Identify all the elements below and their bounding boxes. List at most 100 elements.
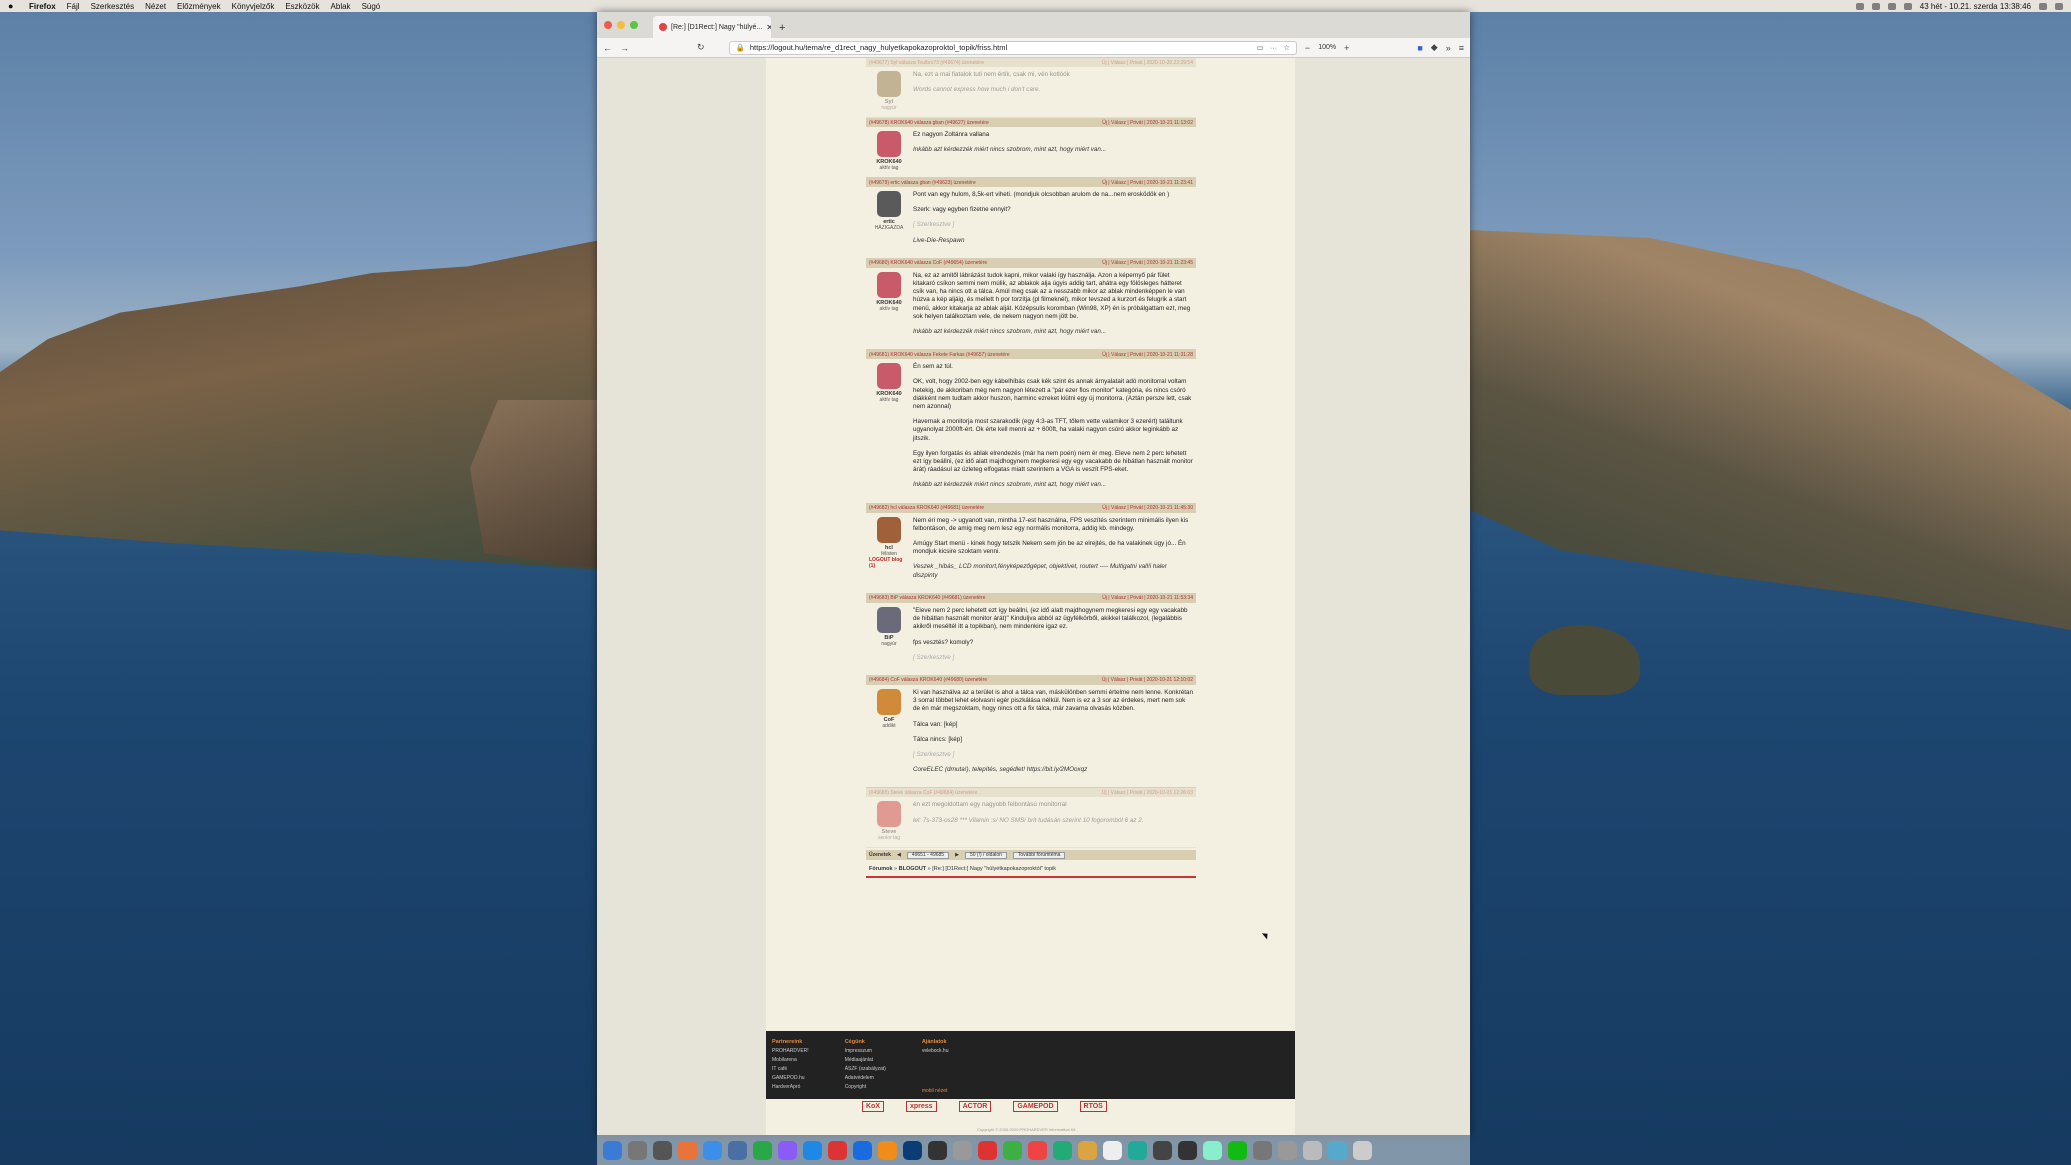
status-icon[interactable]: [1855, 2, 1864, 10]
wifi-icon[interactable]: [1903, 2, 1912, 10]
close-tab-icon[interactable]: ✕: [766, 23, 771, 32]
dock-app-icon[interactable]: [1003, 1140, 1022, 1160]
footer-link[interactable]: velebock.hu: [922, 1048, 949, 1054]
post-actions[interactable]: Új | Válasz | Privát | 2020-10-21 11:45:…: [1102, 505, 1193, 511]
menu-bookmarks[interactable]: Könyvjelzők: [232, 2, 275, 11]
avatar[interactable]: [877, 606, 901, 633]
post-actions[interactable]: Új | Válasz | Privát | 2020-10-21 12:10:…: [1102, 677, 1193, 683]
author-blog-link[interactable]: LOGOUT blog (1): [869, 557, 909, 569]
dock-app-icon[interactable]: [1253, 1140, 1272, 1160]
menu-file[interactable]: Fájl: [67, 2, 80, 11]
reload-icon[interactable]: ↻: [697, 42, 705, 53]
partner-logo[interactable]: KoX: [862, 1101, 884, 1112]
dock-app-icon[interactable]: [653, 1140, 672, 1160]
dock-app-icon[interactable]: [1178, 1140, 1197, 1160]
dock-app-icon[interactable]: [1303, 1140, 1322, 1160]
avatar[interactable]: [877, 801, 901, 828]
control-center-icon[interactable]: [2055, 2, 2063, 10]
overflow-icon[interactable]: »: [1446, 43, 1451, 53]
zoom-out-icon[interactable]: −: [1305, 43, 1310, 53]
url-text[interactable]: https://logout.hu/tema/re_d1rect_nagy_hu…: [750, 43, 1007, 52]
menu-history[interactable]: Előzmények: [177, 2, 221, 11]
post-header-left[interactable]: (#49677) Syl válasza Toulbro73 (#49674) …: [869, 60, 1102, 66]
dock-app-icon[interactable]: [1203, 1140, 1222, 1160]
tab-active[interactable]: [Re:] [D1Rect:] Nagy "hülyé... ✕: [653, 16, 771, 38]
zoom-level[interactable]: 100%: [1318, 44, 1336, 51]
avatar[interactable]: [877, 363, 901, 390]
menu-window[interactable]: Ablak: [331, 2, 351, 11]
dock-app-icon[interactable]: [1328, 1140, 1347, 1160]
menu-tools[interactable]: Eszközök: [285, 2, 319, 11]
menu-app[interactable]: Firefox: [29, 2, 56, 11]
dock-app-icon[interactable]: [1153, 1140, 1172, 1160]
dock-app-icon[interactable]: [678, 1140, 697, 1160]
footer-link[interactable]: Médiaajánlat: [845, 1057, 886, 1063]
apple-icon[interactable]: ●: [8, 1, 18, 11]
dock-app-icon[interactable]: [1028, 1140, 1047, 1160]
post-header-left[interactable]: (#49681) KROK640 válasza Fekete Farkas (…: [869, 352, 1102, 358]
forward-icon[interactable]: →: [620, 43, 629, 53]
dock-app-icon[interactable]: [853, 1140, 872, 1160]
zoom-in-icon[interactable]: +: [1344, 43, 1349, 53]
footer-link[interactable]: Mobilarena: [772, 1057, 809, 1063]
partner-logo[interactable]: RTOS: [1079, 1101, 1107, 1112]
dock-app-icon[interactable]: [803, 1140, 822, 1160]
new-tab-button[interactable]: +: [779, 22, 785, 34]
dock-app-icon[interactable]: [603, 1140, 622, 1160]
menubar-clock[interactable]: 43 hét - 10.21. szerda 13:38:46: [1920, 2, 2031, 11]
dock-app-icon[interactable]: [1353, 1140, 1372, 1160]
zoom-window-button[interactable]: [630, 21, 638, 29]
dock-app-icon[interactable]: [1278, 1140, 1297, 1160]
dock-app-icon[interactable]: [928, 1140, 947, 1160]
mobile-view-link[interactable]: mobil nézet: [922, 1088, 949, 1094]
close-window-button[interactable]: [604, 21, 612, 29]
status-icon[interactable]: [1887, 2, 1896, 10]
avatar[interactable]: [877, 271, 901, 298]
next-page-icon[interactable]: ▶: [955, 852, 959, 858]
footer-link[interactable]: GAMEPOD.hu: [772, 1075, 809, 1081]
bookmark-star-icon[interactable]: ☆: [1283, 43, 1290, 52]
reader-icon[interactable]: ▭: [1257, 43, 1264, 52]
shield-icon[interactable]: ◆: [1431, 42, 1438, 53]
menu-help[interactable]: Súgó: [362, 2, 381, 11]
status-icon[interactable]: [1871, 2, 1880, 10]
dock-app-icon[interactable]: [903, 1140, 922, 1160]
minimize-window-button[interactable]: [617, 21, 625, 29]
back-icon[interactable]: ←: [603, 43, 612, 53]
footer-link[interactable]: HardverApró: [772, 1084, 809, 1090]
post-actions[interactable]: Új | Válasz | Privát | 2020-10-21 11:23:…: [1102, 260, 1193, 266]
footer-link[interactable]: Impresszum: [845, 1048, 886, 1054]
post-actions[interactable]: Új | Válasz | Privát | 2020-10-21 11:31:…: [1102, 352, 1193, 358]
dock-app-icon[interactable]: [753, 1140, 772, 1160]
avatar[interactable]: [877, 516, 901, 543]
dock-app-icon[interactable]: [978, 1140, 997, 1160]
breadcrumb-topic[interactable]: [Re:] [D1Rect:] Nagy "hülyétkapokazoprok…: [932, 866, 1056, 872]
partner-logo[interactable]: xpress: [906, 1101, 937, 1112]
dock-app-icon[interactable]: [703, 1140, 722, 1160]
search-icon[interactable]: [2039, 2, 2047, 10]
partner-logo[interactable]: ACTOR: [958, 1101, 992, 1112]
url-bar[interactable]: 🔒 https://logout.hu/tema/re_d1rect_nagy_…: [728, 40, 1297, 55]
dock-app-icon[interactable]: [778, 1140, 797, 1160]
post-header-left[interactable]: (#49683) BiP válasza KROK640 (#49681) üz…: [869, 595, 1102, 601]
avatar[interactable]: [877, 131, 901, 157]
partner-logo[interactable]: GAMEPOD: [1013, 1101, 1058, 1112]
post-actions[interactable]: Új | Válasz | Privát | 2020-10-21 11:23:…: [1102, 180, 1193, 186]
footer-link[interactable]: ÁSZF (szabályzat): [845, 1066, 886, 1072]
more-topics-select[interactable]: További fórumtéma: [1012, 851, 1066, 859]
avatar[interactable]: [877, 688, 901, 715]
prev-page-icon[interactable]: ◀: [897, 852, 901, 858]
breadcrumb-blog[interactable]: BLOGOUT: [899, 866, 927, 872]
menu-edit[interactable]: Szerkesztés: [91, 2, 135, 11]
post-actions[interactable]: Új | Válasz | Privát | 2020-10-21 12:26:…: [1102, 790, 1193, 796]
page-range-select[interactable]: 49651 - 49685: [906, 851, 950, 859]
post-header-left[interactable]: (#49685) Steve válasza CoF (#49684) üzen…: [869, 790, 1102, 796]
dock-app-icon[interactable]: [1103, 1140, 1122, 1160]
dock-app-icon[interactable]: [1128, 1140, 1147, 1160]
post-actions[interactable]: Új | Válasz | Privát | 2020-10-21 11:53:…: [1102, 595, 1193, 601]
post-header-left[interactable]: (#49684) CoF válasza KROK640 (#49680) üz…: [869, 677, 1102, 683]
menu-view[interactable]: Nézet: [145, 2, 166, 11]
extension-icon[interactable]: ■: [1417, 43, 1422, 53]
dock-app-icon[interactable]: [953, 1140, 972, 1160]
dock-app-icon[interactable]: [1228, 1140, 1247, 1160]
